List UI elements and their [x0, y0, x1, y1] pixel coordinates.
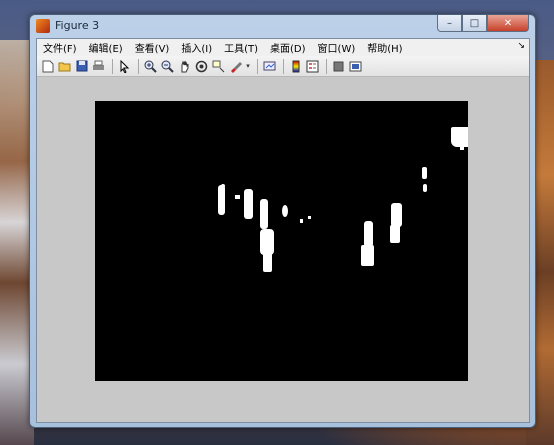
close-button[interactable]: ✕ [487, 15, 529, 32]
menu-insert[interactable]: 插入(I) [175, 40, 218, 55]
brush-dropdown-icon[interactable]: ▾ [245, 59, 251, 74]
foreground-blob [235, 195, 240, 199]
figure-window: Figure 3 – □ ✕ 文件(F) 编辑(E) 查看(V) 插入(I) 工… [29, 14, 536, 428]
toolbar-separator [138, 58, 139, 74]
minimize-button[interactable]: – [437, 15, 462, 32]
maximize-button[interactable]: □ [462, 15, 487, 32]
new-figure-icon[interactable] [40, 59, 55, 74]
foreground-blob [218, 185, 225, 215]
window-title: Figure 3 [55, 19, 100, 32]
foreground-blob [364, 221, 373, 247]
foreground-blob [260, 229, 274, 255]
foreground-blob [300, 219, 303, 223]
menu-view[interactable]: 查看(V) [129, 40, 176, 55]
foreground-blob [423, 184, 427, 192]
zoom-in-icon[interactable] [143, 59, 158, 74]
foreground-blob [260, 199, 268, 229]
menu-file[interactable]: 文件(F) [37, 40, 83, 55]
link-plot-icon[interactable] [262, 59, 277, 74]
foreground-blob [244, 189, 253, 219]
foreground-blob [451, 127, 468, 147]
menu-window[interactable]: 窗口(W) [312, 40, 362, 55]
menu-help[interactable]: 帮助(H) [361, 40, 408, 55]
save-icon[interactable] [74, 59, 89, 74]
foreground-blob [422, 167, 427, 179]
toolbar-separator [112, 58, 113, 74]
legend-icon[interactable] [305, 59, 320, 74]
menu-dock-arrow-icon[interactable]: ↘ [517, 41, 525, 51]
window-client-area: 文件(F) 编辑(E) 查看(V) 插入(I) 工具(T) 桌面(D) 窗口(W… [36, 38, 530, 423]
foreground-blob [460, 145, 464, 150]
toolbar-separator [326, 58, 327, 74]
zoom-out-icon[interactable] [160, 59, 175, 74]
pointer-icon[interactable] [117, 59, 132, 74]
foreground-blob [308, 216, 311, 219]
toolbar-separator [283, 58, 284, 74]
foreground-blob [361, 245, 374, 266]
matlab-icon [36, 19, 50, 33]
show-plot-tools-icon[interactable] [348, 59, 363, 74]
hide-plot-tools-icon[interactable] [331, 59, 346, 74]
binary-mask-image[interactable] [95, 101, 468, 381]
print-icon[interactable] [91, 59, 106, 74]
rotate-3d-icon[interactable] [194, 59, 209, 74]
foreground-blob [221, 184, 225, 188]
foreground-blob [282, 205, 288, 217]
foreground-blob [263, 253, 272, 272]
menu-tools[interactable]: 工具(T) [218, 40, 264, 55]
brush-icon[interactable] [228, 59, 243, 74]
open-file-icon[interactable] [57, 59, 72, 74]
foreground-blob [391, 203, 402, 227]
menu-bar: 文件(F) 编辑(E) 查看(V) 插入(I) 工具(T) 桌面(D) 窗口(W… [37, 39, 529, 56]
menu-desktop[interactable]: 桌面(D) [264, 40, 312, 55]
title-bar[interactable]: Figure 3 – □ ✕ [30, 15, 535, 37]
figure-canvas[interactable] [37, 77, 529, 422]
foreground-blob [390, 225, 400, 243]
figure-toolbar: ▾ [37, 56, 529, 77]
menu-edit[interactable]: 编辑(E) [83, 40, 129, 55]
toolbar-separator [257, 58, 258, 74]
data-cursor-icon[interactable] [211, 59, 226, 74]
colorbar-icon[interactable] [288, 59, 303, 74]
pan-icon[interactable] [177, 59, 192, 74]
